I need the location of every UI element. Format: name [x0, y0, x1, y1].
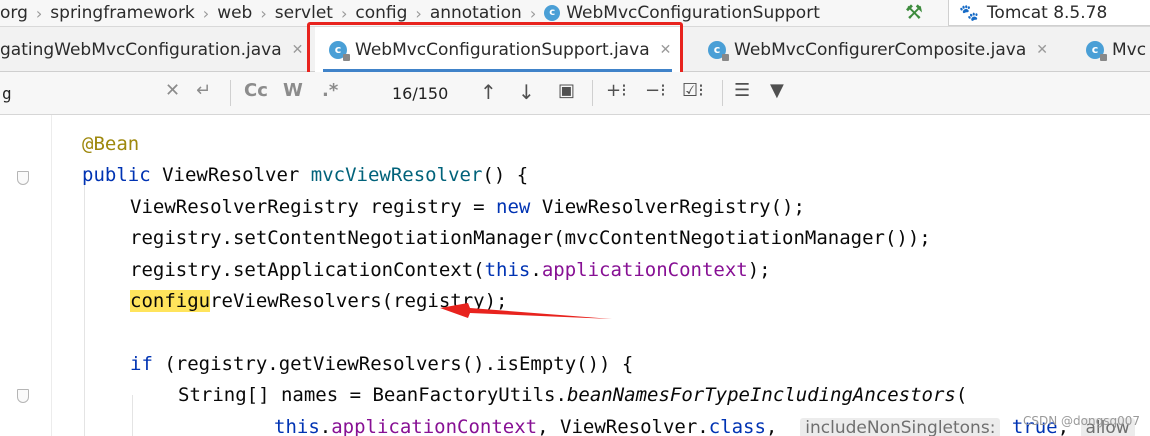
run-configuration-label: Tomcat 8.5.78 — [986, 2, 1108, 23]
code-line-5: registry.setApplicationContext(this.appl… — [130, 259, 771, 281]
code-editor[interactable]: @Bean public ViewResolver mvcViewResolve… — [0, 115, 1150, 436]
separator — [722, 80, 723, 106]
filter-icon[interactable]: ▼ — [770, 80, 784, 101]
code-line-8: String[] names = BeanFactoryUtils.beanNa… — [178, 384, 968, 406]
whole-words-toggle[interactable]: W — [283, 80, 303, 101]
indent-guide — [132, 395, 133, 436]
tab-webmvc-configuration-support[interactable]: c WebMvcConfigurationSupport.java ✕ — [315, 27, 680, 72]
separator — [230, 80, 231, 106]
breadcrumb-current[interactable]: WebMvcConfigurationSupport — [566, 3, 820, 23]
breadcrumb-item-config[interactable]: config — [355, 3, 407, 23]
chevron-right-icon: › — [202, 3, 210, 23]
tab-mvc[interactable]: c Mvc — [1080, 27, 1150, 72]
code-line-3: ViewResolverRegistry registry = new View… — [130, 196, 805, 218]
tab-webmvc-configurer-composite[interactable]: c WebMvcConfigurerComposite.java ✕ — [700, 27, 1070, 72]
build-hammer-icon[interactable]: ⚒ — [905, 0, 923, 24]
tab-label: gatingWebMvcConfiguration.java — [0, 39, 282, 60]
find-input[interactable] — [0, 77, 228, 109]
class-icon: c — [329, 40, 350, 61]
code-line-9: this.applicationContext, ViewResolver.cl… — [274, 412, 1135, 436]
close-icon[interactable]: ✕ — [660, 42, 672, 58]
chevron-right-icon: › — [340, 3, 348, 23]
chevron-right-icon: › — [260, 3, 267, 23]
class-icon: c — [544, 5, 561, 21]
breadcrumb-item-servlet[interactable]: servlet — [275, 3, 333, 23]
fold-icon[interactable] — [17, 171, 29, 185]
match-count: 16/150 — [392, 84, 449, 103]
tomcat-icon: 🐾 — [959, 3, 979, 22]
close-icon[interactable]: ✕ — [1036, 42, 1048, 58]
chevron-right-icon: › — [415, 3, 422, 23]
arrow-up-icon[interactable]: ↑ — [480, 80, 497, 104]
filter-options-icon[interactable]: ☰ — [734, 80, 750, 101]
code-line-6: configureViewResolvers(registry); — [130, 290, 508, 312]
editor-tab-strip: gatingWebMvcConfiguration.java ✕ c WebMv… — [0, 26, 1150, 72]
remove-occurrence-icon[interactable]: −⁝ — [645, 80, 666, 101]
close-icon[interactable]: ✕ — [292, 42, 304, 58]
breadcrumb: org › springframework › web › servlet › … — [0, 0, 1150, 26]
arrow-down-icon[interactable]: ↓ — [518, 80, 535, 104]
run-configuration-select[interactable]: 🐾 Tomcat 8.5.78 — [948, 0, 1150, 26]
find-bar: ✕ ↵ Cc W .* 16/150 ↑ ↓ ▣ +⁝ −⁝ ☑⁝ ☰ ▼ — [0, 72, 1150, 115]
breadcrumb-item-springframework[interactable]: springframework — [50, 3, 194, 23]
select-all-occurrences-icon[interactable]: ▣ — [558, 80, 575, 101]
tab-delegating-webmvc-configuration[interactable]: gatingWebMvcConfiguration.java ✕ — [0, 27, 305, 72]
regex-toggle[interactable]: .* — [322, 80, 338, 101]
chevron-right-icon: › — [35, 3, 43, 23]
fold-icon[interactable] — [17, 389, 29, 403]
watermark: CSDN @dongsq007 — [1023, 414, 1140, 428]
parameter-hint: includeNonSingletons: — [800, 418, 1001, 436]
chevron-right-icon: › — [529, 3, 537, 23]
history-return-icon[interactable]: ↵ — [196, 80, 211, 101]
separator — [592, 80, 593, 106]
code-line-4: registry.setContentNegotiationManager(mv… — [130, 227, 931, 249]
code-line-2: public ViewResolver mvcViewResolver() { — [82, 164, 529, 186]
tab-label: WebMvcConfigurerComposite.java — [734, 39, 1027, 60]
breadcrumb-item-org[interactable]: org — [0, 3, 28, 23]
code-line-1: @Bean — [82, 133, 140, 155]
add-occurrence-icon[interactable]: +⁝ — [606, 80, 627, 101]
editor-gutter — [0, 115, 52, 436]
breadcrumb-item-web[interactable]: web — [217, 3, 252, 23]
class-icon: c — [1086, 40, 1107, 61]
class-icon: c — [708, 40, 729, 61]
select-all-matches-icon[interactable]: ☑⁝ — [682, 80, 704, 101]
search-match-highlight: configu — [130, 290, 211, 312]
tab-label: Mvc — [1112, 39, 1147, 60]
indent-guide — [84, 175, 85, 436]
clear-icon[interactable]: ✕ — [165, 80, 180, 101]
match-case-toggle[interactable]: Cc — [244, 80, 268, 101]
tab-label: WebMvcConfigurationSupport.java — [355, 39, 650, 60]
breadcrumb-item-annotation[interactable]: annotation — [430, 3, 522, 23]
code-line-7: if (registry.getViewResolvers().isEmpty(… — [130, 353, 634, 375]
